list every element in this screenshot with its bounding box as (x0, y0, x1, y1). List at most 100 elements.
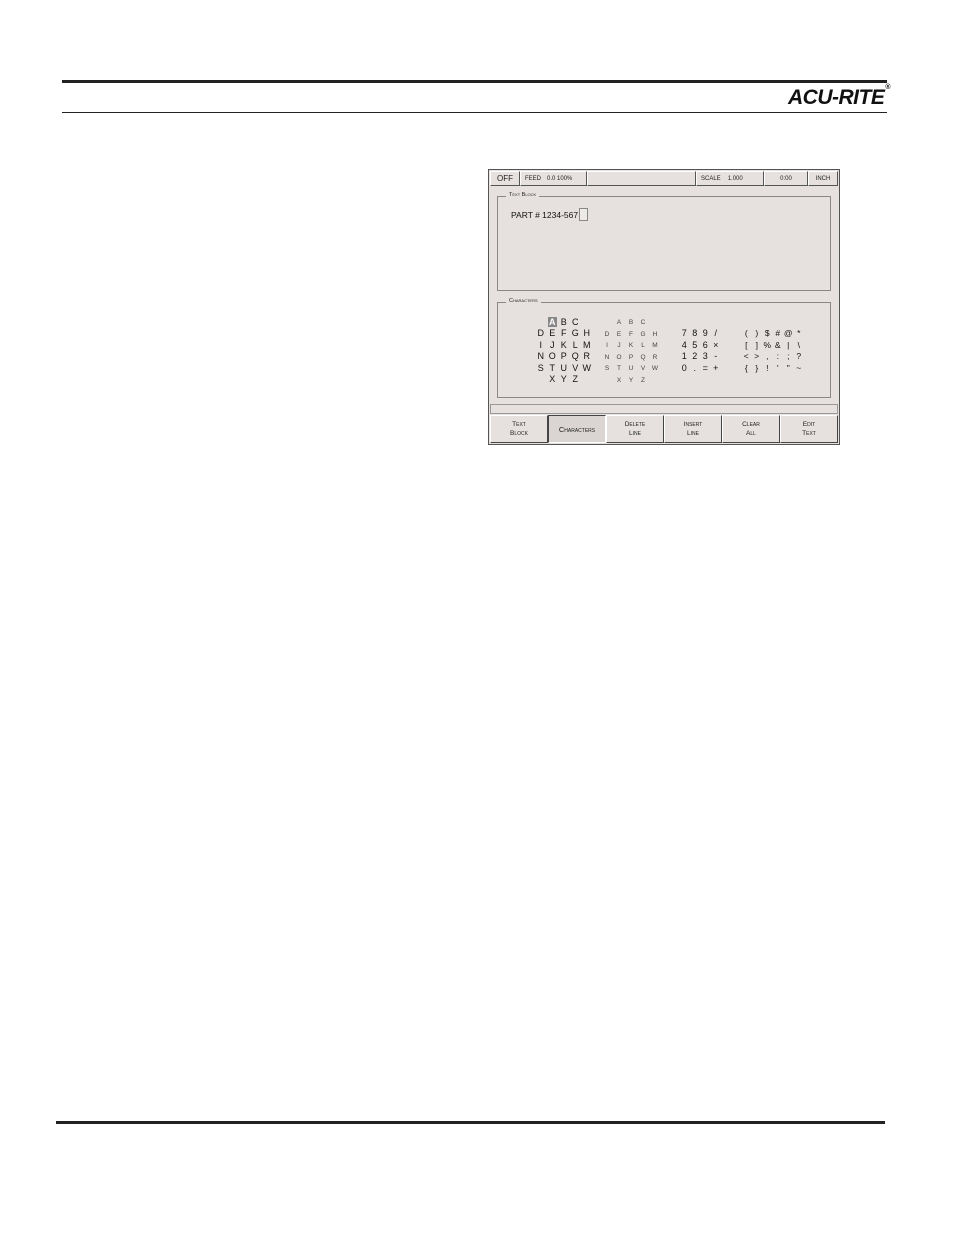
lowercase-char-key[interactable]: D (601, 329, 613, 341)
symbol-char-key[interactable]: [ (741, 339, 752, 351)
digit-char-key[interactable]: 4 (679, 339, 690, 351)
uppercase-char-key[interactable]: R (581, 351, 593, 363)
selected-character-key[interactable]: A (547, 317, 557, 327)
softkey-clear-all[interactable]: Clear All (722, 415, 780, 443)
uppercase-char-key[interactable]: Y (558, 374, 570, 386)
uppercase-char-key[interactable]: V (570, 362, 582, 374)
uppercase-char-key[interactable]: Z (570, 374, 582, 386)
lowercase-char-key[interactable]: G (637, 329, 649, 341)
symbol-char-key[interactable]: & (773, 339, 784, 351)
lowercase-char-key[interactable]: I (601, 340, 613, 352)
symbol-char-key[interactable]: @ (783, 328, 794, 340)
uppercase-char-key[interactable]: K (558, 339, 570, 351)
uppercase-char-key[interactable]: N (535, 351, 547, 363)
uppercase-char-key[interactable]: G (570, 328, 582, 340)
lowercase-char-key[interactable]: P (625, 352, 637, 364)
lowercase-char-key[interactable]: B (625, 317, 637, 329)
symbol-char-key[interactable]: > (752, 351, 763, 363)
uppercase-char-key[interactable]: S (535, 362, 547, 374)
digit-char-key[interactable]: + (711, 362, 722, 374)
symbol-char-key[interactable]: ] (752, 339, 763, 351)
lowercase-char-key[interactable]: V (637, 363, 649, 375)
lowercase-char-key[interactable]: C (637, 317, 649, 329)
digit-char-key[interactable]: 6 (700, 339, 711, 351)
digit-char-key[interactable]: 0 (679, 362, 690, 374)
symbol-char-key[interactable]: ( (741, 328, 752, 340)
symbol-char-key[interactable]: ' (773, 362, 784, 374)
softkey-characters[interactable]: Characters (548, 415, 606, 443)
symbol-char-key[interactable]: { (741, 362, 752, 374)
digit-char-key[interactable]: × (711, 339, 722, 351)
uppercase-char-key[interactable]: M (581, 339, 593, 351)
symbol-char-key[interactable]: ! (762, 362, 773, 374)
uppercase-char-key[interactable]: F (558, 328, 570, 340)
softkey-bar: Text Block Characters Delete Line Insert Li… (490, 415, 838, 443)
uppercase-char-key[interactable]: I (535, 339, 547, 351)
lowercase-char-key[interactable]: R (649, 352, 661, 364)
uppercase-char-key[interactable]: D (535, 328, 547, 340)
uppercase-char-key[interactable]: J (547, 339, 559, 351)
symbol-char-key[interactable]: ) (752, 328, 763, 340)
digit-char-key[interactable]: . (690, 362, 701, 374)
uppercase-char-key[interactable]: P (558, 351, 570, 363)
symbol-char-key[interactable]: \ (794, 339, 805, 351)
digit-char-key[interactable]: 1 (679, 351, 690, 363)
symbol-char-key[interactable]: % (762, 339, 773, 351)
uppercase-char-key[interactable]: U (558, 362, 570, 374)
symbol-char-key[interactable]: ; (783, 351, 794, 363)
lowercase-char-key[interactable]: N (601, 352, 613, 364)
symbol-char-key[interactable]: # (773, 328, 784, 340)
digit-char-key[interactable]: / (711, 328, 722, 340)
lowercase-char-key[interactable]: Y (625, 375, 637, 387)
lowercase-char-key[interactable]: M (649, 340, 661, 352)
symbol-char-key[interactable]: | (783, 339, 794, 351)
digit-char-key[interactable]: = (700, 362, 711, 374)
lowercase-char-key[interactable]: X (613, 375, 625, 387)
lowercase-char-key[interactable]: H (649, 329, 661, 341)
lowercase-char-key[interactable]: O (613, 352, 625, 364)
symbol-char-key[interactable]: < (741, 351, 752, 363)
lowercase-char-key[interactable]: U (625, 363, 637, 375)
symbol-char-key[interactable]: : (773, 351, 784, 363)
symbol-char-key[interactable]: ~ (794, 362, 805, 374)
uppercase-char-key[interactable]: Q (570, 351, 582, 363)
uppercase-char-key[interactable]: C (570, 316, 582, 328)
symbol-char-key[interactable]: " (783, 362, 794, 374)
symbol-char-key[interactable]: * (794, 328, 805, 340)
lowercase-char-key[interactable]: Q (637, 352, 649, 364)
digit-char-key[interactable]: 8 (690, 328, 701, 340)
digit-char-key[interactable]: - (711, 351, 722, 363)
lowercase-char-key[interactable]: F (625, 329, 637, 341)
uppercase-char-key[interactable]: E (547, 328, 559, 340)
digit-char-key[interactable]: 3 (700, 351, 711, 363)
softkey-edit-text[interactable]: Edit Text (780, 415, 838, 443)
uppercase-char-key[interactable]: X (547, 374, 559, 386)
digit-char-key[interactable]: 2 (690, 351, 701, 363)
lowercase-char-key[interactable]: S (601, 363, 613, 375)
softkey-delete-line[interactable]: Delete Line (606, 415, 664, 443)
symbol-char-key[interactable]: $ (762, 328, 773, 340)
lowercase-char-key[interactable]: W (649, 363, 661, 375)
digit-char-key[interactable]: 9 (700, 328, 711, 340)
digit-char-key[interactable]: 7 (679, 328, 690, 340)
uppercase-char-key[interactable]: W (581, 362, 593, 374)
uppercase-char-key[interactable]: B (558, 316, 570, 328)
softkey-text-block[interactable]: Text Block (490, 415, 548, 443)
lowercase-char-key[interactable]: E (613, 329, 625, 341)
lowercase-char-key[interactable]: Z (637, 375, 649, 387)
softkey-insert-line[interactable]: Insert Line (664, 415, 722, 443)
uppercase-char-key[interactable]: H (581, 328, 593, 340)
uppercase-char-key[interactable]: T (547, 362, 559, 374)
lowercase-char-key[interactable]: A (613, 317, 625, 329)
uppercase-char-key[interactable]: O (547, 351, 559, 363)
lowercase-char-key[interactable]: J (613, 340, 625, 352)
lowercase-char-key[interactable]: L (637, 340, 649, 352)
symbol-char-key[interactable]: , (762, 351, 773, 363)
symbol-char-key[interactable]: ? (794, 351, 805, 363)
text-block-field[interactable]: PART # 1234-567 (511, 208, 589, 222)
symbol-char-key[interactable]: } (752, 362, 763, 374)
lowercase-char-key[interactable]: K (625, 340, 637, 352)
lowercase-char-key[interactable]: T (613, 363, 625, 375)
digit-char-key[interactable]: 5 (690, 339, 701, 351)
uppercase-char-key[interactable]: L (570, 339, 582, 351)
